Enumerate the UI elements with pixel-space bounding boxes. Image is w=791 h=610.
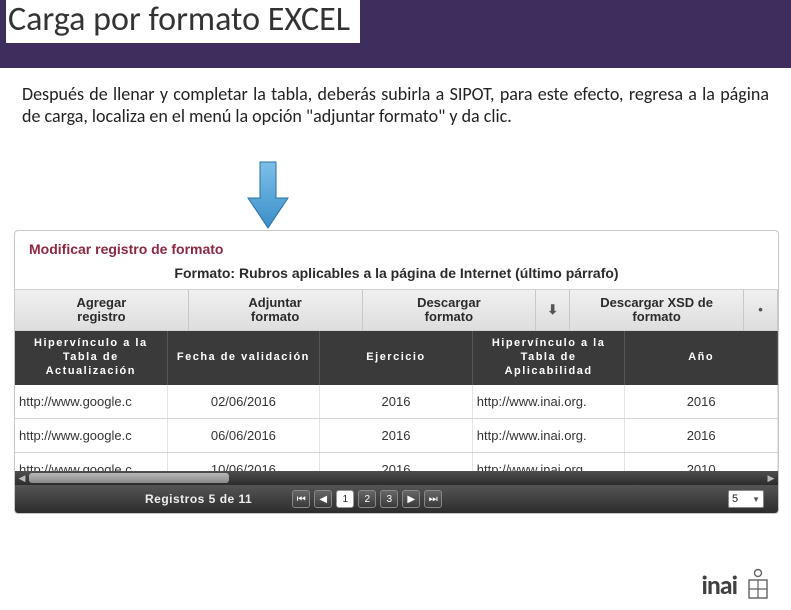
col-header-year-exercise: Ejercicio — [320, 331, 473, 385]
scroll-thumb[interactable] — [29, 473, 229, 483]
chevron-down-icon: ▼ — [752, 495, 760, 504]
pager-status-label: Registros 5 de 11 — [145, 492, 252, 506]
download-format-button[interactable]: Descargar formato — [363, 290, 537, 330]
col-header-year: Año — [625, 331, 778, 385]
cell-year: 2016 — [625, 419, 778, 452]
page-size-value: 5 — [732, 493, 738, 505]
download-xsd-button[interactable]: Descargar XSD de formato — [570, 290, 744, 330]
pager-first-button[interactable]: ⏮ — [292, 490, 310, 508]
cell-validation-date: 06/06/2016 — [168, 419, 321, 452]
title-band: Carga por formato EXCEL — [0, 0, 791, 68]
scroll-right-icon[interactable]: ▶ — [764, 471, 778, 485]
pager-last-button[interactable]: ⏭ — [424, 490, 442, 508]
pager-page-3[interactable]: 3 — [380, 490, 398, 508]
cell-link-applicability: http://www.inai.org. — [473, 419, 626, 452]
logo-icon — [743, 568, 773, 602]
table-row[interactable]: http://www.google.c 02/06/2016 2016 http… — [15, 385, 778, 419]
cell-year: 2016 — [625, 385, 778, 418]
col-header-link-applicability: Hipervínculo a la Tabla de Aplicabilidad — [473, 331, 626, 385]
page-size-select[interactable]: 5 ▼ — [728, 490, 764, 508]
add-record-button[interactable]: Agregar registro — [15, 290, 189, 330]
cell-exercise: 2016 — [320, 419, 473, 452]
download-icon[interactable]: ⬇ — [536, 290, 570, 330]
table-row[interactable]: http://www.google.c 06/06/2016 2016 http… — [15, 419, 778, 453]
cell-link-applicability: http://www.inai.org. — [473, 385, 626, 418]
pointer-arrow-icon — [244, 160, 292, 237]
sipot-screenshot-panel: Modificar registro de formato Formato: R… — [14, 230, 779, 514]
intro-text: Después de llenar y completar la tabla, … — [0, 68, 791, 133]
pager-page-1[interactable]: 1 — [336, 490, 354, 508]
pager-next-button[interactable]: ▶ — [402, 490, 420, 508]
cell-link-update: http://www.google.c — [15, 419, 168, 452]
cell-link-update: http://www.google.c — [15, 385, 168, 418]
attach-format-button[interactable]: Adjuntar formato — [189, 290, 363, 330]
table-header-row: Hipervínculo a la Tabla de Actualización… — [15, 331, 778, 385]
panel-heading: Modificar registro de formato — [15, 231, 778, 263]
cell-validation-date: 02/06/2016 — [168, 385, 321, 418]
col-header-validation-date: Fecha de validación — [168, 331, 321, 385]
more-menu-icon[interactable]: • — [744, 290, 778, 330]
pager-page-2[interactable]: 2 — [358, 490, 376, 508]
pager-bar: Registros 5 de 11 ⏮ ◀ 1 2 3 ▶ ⏭ 5 ▼ — [15, 485, 778, 513]
horizontal-scrollbar[interactable]: ◀ ▶ — [15, 471, 778, 485]
page-title: Carga por formato EXCEL — [6, 0, 360, 43]
action-toolbar: Agregar registro Adjuntar formato Descar… — [15, 289, 778, 331]
pager-buttons: ⏮ ◀ 1 2 3 ▶ ⏭ — [292, 490, 442, 508]
scroll-left-icon[interactable]: ◀ — [15, 471, 29, 485]
pager-prev-button[interactable]: ◀ — [314, 490, 332, 508]
inai-logo: inai — [701, 568, 773, 602]
format-subtitle: Formato: Rubros aplicables a la página d… — [15, 263, 778, 289]
cell-exercise: 2016 — [320, 385, 473, 418]
col-header-link-update: Hipervínculo a la Tabla de Actualización — [15, 331, 168, 385]
logo-text: inai — [701, 569, 737, 601]
